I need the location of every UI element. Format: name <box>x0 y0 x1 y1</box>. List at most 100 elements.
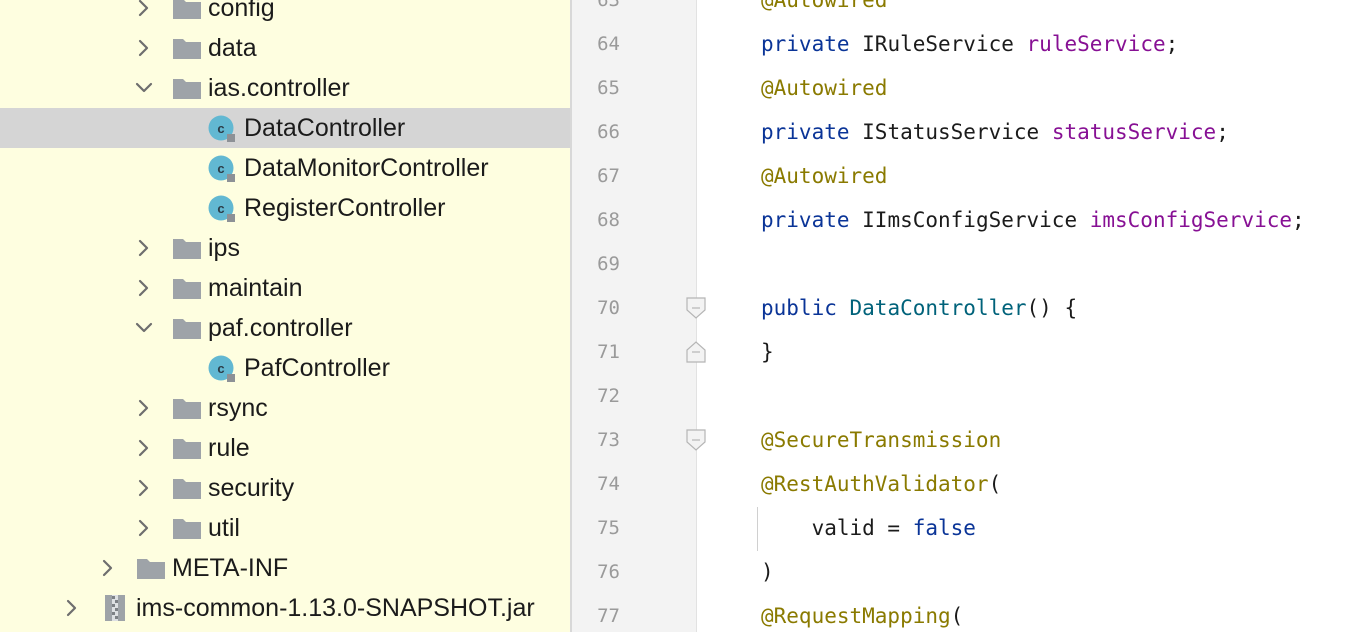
code-token: @RestAuthValidator <box>761 472 989 496</box>
folder-icon <box>172 396 202 427</box>
code-line: ) <box>761 550 774 594</box>
chevron-right-icon[interactable] <box>98 548 118 588</box>
tree-item-label: rule <box>208 434 250 462</box>
jar-archive-icon <box>104 594 126 629</box>
line-number: 71 <box>597 341 620 363</box>
chevron-right-icon[interactable] <box>134 228 154 268</box>
chevron-right-icon[interactable] <box>134 28 154 68</box>
code-line: valid = false <box>761 506 976 550</box>
folder-icon <box>172 36 202 67</box>
code-line: @SecureTransmission <box>761 418 1001 462</box>
folder-icon <box>172 436 202 467</box>
tree-row[interactable]: maintain <box>0 268 570 308</box>
tree-item-label: PafController <box>244 354 390 382</box>
chevron-right-icon[interactable] <box>134 468 154 508</box>
tree-row[interactable]: c DataMonitorController <box>0 148 570 188</box>
chevron-right-icon[interactable] <box>134 428 154 468</box>
tree-row[interactable]: config <box>0 0 570 28</box>
chevron-right-icon[interactable] <box>134 388 154 428</box>
code-line: public DataController() { <box>761 286 1077 330</box>
tree-row[interactable]: paf.controller <box>0 308 570 348</box>
tree-row[interactable]: security <box>0 468 570 508</box>
folder-icon <box>172 476 202 507</box>
tree-row[interactable]: rule <box>0 428 570 468</box>
chevron-right-icon[interactable] <box>62 588 82 628</box>
code-line: @Autowired <box>761 154 887 198</box>
code-token: DataController <box>849 296 1027 320</box>
code-token: IRuleService <box>862 32 1027 56</box>
tree-item-label: DataController <box>244 114 406 142</box>
line-number: 68 <box>597 209 620 231</box>
java-class-icon: c <box>208 155 235 182</box>
java-class-icon: c <box>208 195 235 222</box>
code-token: ; <box>1292 208 1305 232</box>
code-token: @SecureTransmission <box>761 428 1002 452</box>
line-number: 63 <box>597 0 620 11</box>
code-token: statusService <box>1051 120 1217 144</box>
tree-row[interactable]: c DataController <box>0 108 570 148</box>
line-number: 69 <box>597 253 620 275</box>
fold-open-icon[interactable] <box>686 428 706 452</box>
line-number: 74 <box>597 473 620 495</box>
folder-icon <box>172 276 202 307</box>
line-number: 75 <box>597 517 620 539</box>
code-token: private <box>761 120 863 144</box>
tree-item-label: DataMonitorController <box>244 154 489 182</box>
line-number: 76 <box>597 561 620 583</box>
tree-item-label: util <box>208 514 240 542</box>
code-line: @Autowired <box>761 0 887 22</box>
code-token: @Autowired <box>761 76 888 100</box>
code-line: private IRuleService ruleService; <box>761 22 1178 66</box>
java-class-icon: c <box>208 355 235 382</box>
line-number: 73 <box>597 429 620 451</box>
code-line: private IStatusService statusService; <box>761 110 1229 154</box>
fold-open-icon[interactable] <box>686 296 706 320</box>
code-token: @Autowired <box>761 164 888 188</box>
code-token: ruleService <box>1026 32 1166 56</box>
code-token: private <box>761 32 863 56</box>
code-token: IImsConfigService <box>862 208 1090 232</box>
folder-icon <box>172 0 202 27</box>
tree-row[interactable]: rsync <box>0 388 570 428</box>
code-token: valid = <box>761 516 913 540</box>
tree-row[interactable]: META-INF <box>0 548 570 588</box>
line-number: 64 <box>597 33 620 55</box>
indent-guide <box>757 507 758 551</box>
svg-text:c: c <box>217 161 224 176</box>
code-editor[interactable]: @Autowired private IRuleService ruleServi… <box>697 0 1366 632</box>
tree-item-label: security <box>208 474 295 502</box>
code-line: @RequestMapping( <box>761 594 963 632</box>
folder-icon <box>172 516 202 547</box>
tree-row[interactable]: ims-common-1.13.0-SNAPSHOT.jar <box>0 588 570 628</box>
code-token: ( <box>950 604 964 628</box>
tree-row[interactable]: ias.controller <box>0 68 570 108</box>
tree-row[interactable]: util <box>0 508 570 548</box>
chevron-right-icon[interactable] <box>134 268 154 308</box>
tree-row[interactable]: c RegisterController <box>0 188 570 228</box>
code-line: @RestAuthValidator( <box>761 462 1001 506</box>
folder-icon <box>172 316 202 347</box>
line-number: 67 <box>597 165 620 187</box>
chevron-down-icon[interactable] <box>134 68 154 108</box>
tree-item-label: paf.controller <box>208 314 353 342</box>
code-token: ; <box>1216 120 1229 144</box>
tree-row[interactable]: c PafController <box>0 348 570 388</box>
svg-text:c: c <box>217 361 224 376</box>
tree-row[interactable]: data <box>0 28 570 68</box>
code-token: ( <box>988 472 1002 496</box>
chevron-right-icon[interactable] <box>134 508 154 548</box>
code-line: @Autowired <box>761 66 887 110</box>
chevron-right-icon[interactable] <box>134 0 154 28</box>
tree-row[interactable]: ips <box>0 228 570 268</box>
line-number: 65 <box>597 77 620 99</box>
folder-icon <box>136 556 166 587</box>
fold-close-icon[interactable] <box>686 340 706 364</box>
code-token: false <box>912 516 976 540</box>
code-token: () { <box>1026 296 1078 320</box>
tree-item-label: META-INF <box>172 554 289 582</box>
folder-icon <box>172 76 202 107</box>
code-token: @RequestMapping <box>761 604 951 628</box>
line-number: 72 <box>597 385 620 407</box>
chevron-down-icon[interactable] <box>134 308 154 348</box>
tree-item-label: data <box>208 34 257 62</box>
